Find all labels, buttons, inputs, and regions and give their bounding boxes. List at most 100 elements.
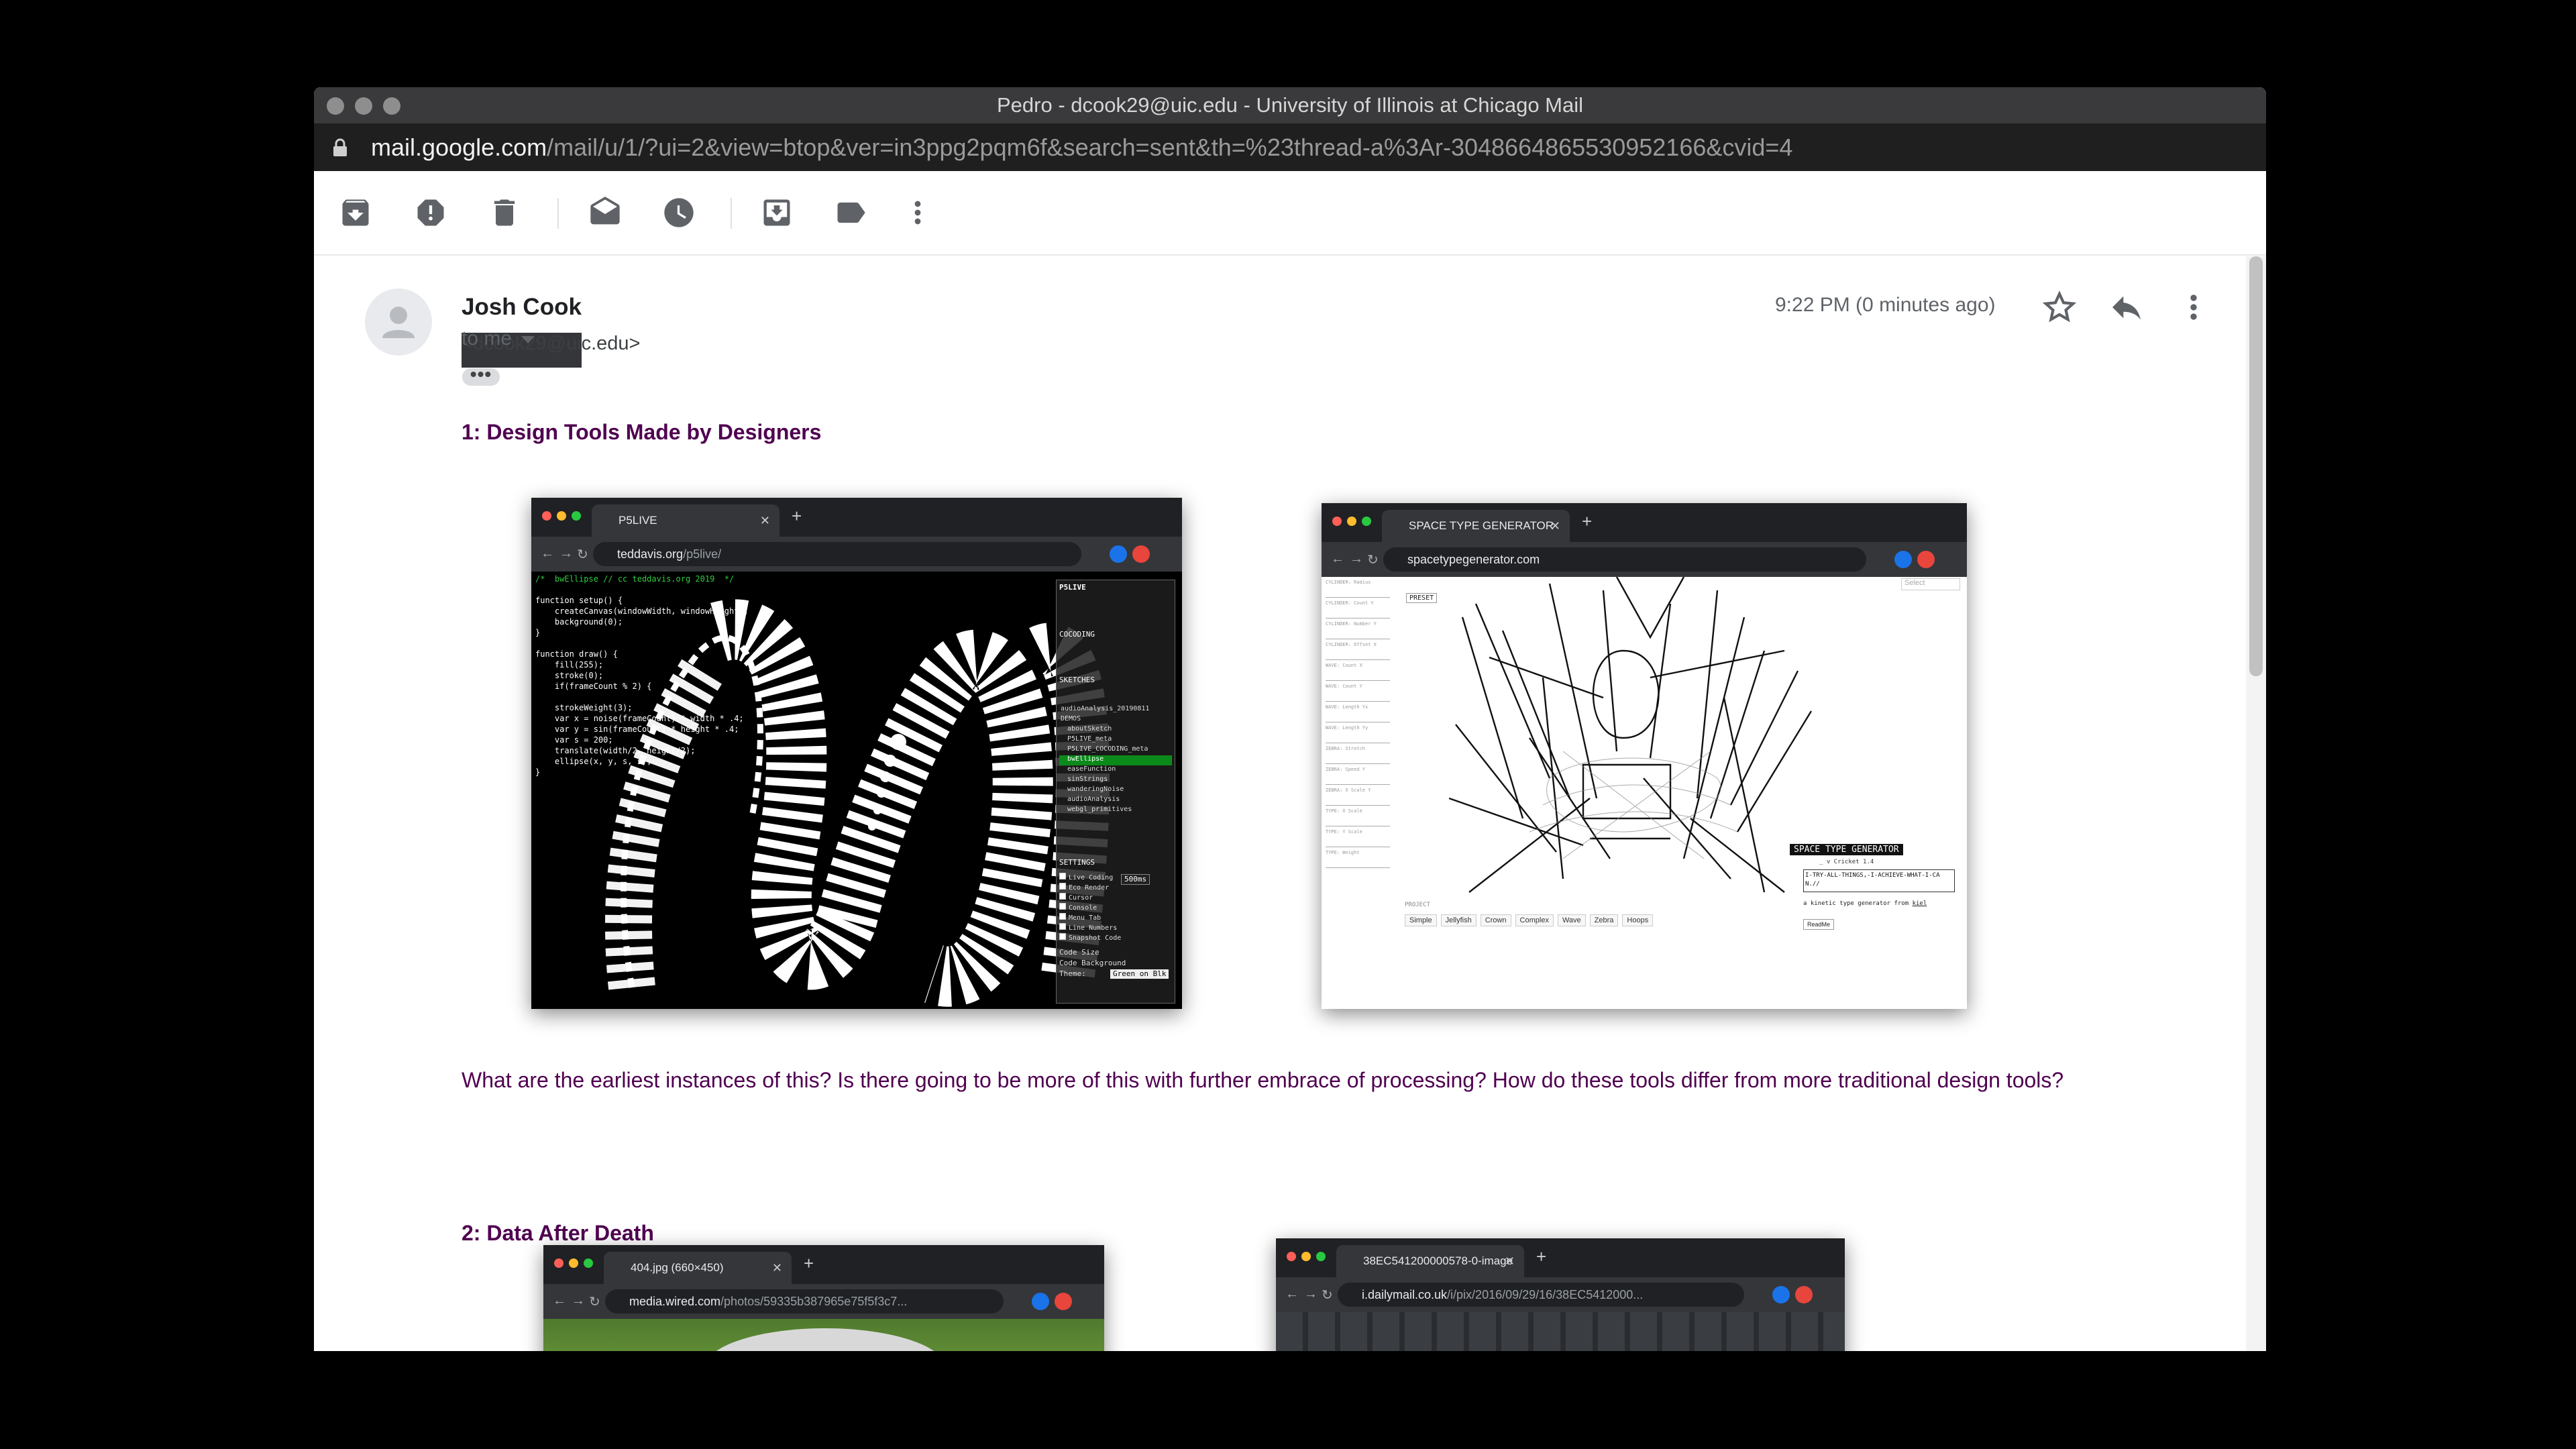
settings-item[interactable]: Eco Render [1059, 883, 1172, 893]
dailymail-image-screenshot[interactable]: 38EC541200000578-0-image ✕ + ← → ↻ i.dai… [1276, 1238, 1845, 1351]
browser-tab: P5LIVE ✕ [592, 504, 780, 537]
type-text-input[interactable]: I-TRY-ALL-THINGS,-I-ACHIEVE-WHAT-I-CAN./… [1803, 869, 1955, 892]
space-type-generator-screenshot[interactable]: SPACE TYPE GENERATOR ✕ + ← → ↻ spacetype… [1322, 503, 1967, 1009]
photo-object [704, 1328, 946, 1351]
sketch-item[interactable]: webgl_primitives [1059, 806, 1172, 816]
control-slider[interactable] [1326, 608, 1390, 619]
sketch-item[interactable]: audioAnalysis_20190811 [1059, 705, 1172, 715]
settings-item[interactable]: Console [1059, 903, 1172, 913]
checkbox[interactable] [1059, 913, 1066, 920]
sketch-item[interactable]: P5LIVE_COCODING_meta [1059, 745, 1172, 755]
control-slider[interactable] [1326, 692, 1390, 702]
sketch-item[interactable]: wanderingNoise [1059, 786, 1172, 796]
p5live-screenshot[interactable]: P5LIVE ✕ + ← → ↻ teddavis.org/p5live/ /*… [531, 498, 1182, 1009]
omnibox: spacetypegenerator.com [1383, 547, 1866, 572]
stg-logo: SPACE TYPE GENERATOR [1790, 844, 1903, 855]
move-to-inbox-icon[interactable] [759, 195, 794, 230]
checkbox[interactable] [1059, 933, 1066, 940]
scrollbar-thumb[interactable] [2249, 256, 2263, 676]
sender-name[interactable]: Josh Cook [462, 294, 582, 320]
sketch-item[interactable]: P5LIVE_meta [1059, 735, 1172, 745]
project-button[interactable]: Wave [1557, 914, 1586, 926]
show-trimmed-content-button[interactable]: ••• [462, 365, 500, 386]
sketch-item[interactable]: easeFunction [1059, 765, 1172, 775]
preset-button[interactable]: PRESET [1406, 593, 1438, 603]
project-label: PROJECT [1405, 902, 1430, 908]
control-slider[interactable] [1326, 650, 1390, 660]
mark-unread-icon[interactable] [588, 195, 623, 230]
sketch-item[interactable]: sinStrings [1059, 775, 1172, 786]
settings-item[interactable]: Live Coding [1059, 873, 1172, 883]
chevron-down-icon[interactable] [521, 335, 535, 343]
project-button[interactable]: Jellyfish [1440, 914, 1477, 926]
credit-link[interactable]: kiel [1913, 900, 1927, 907]
checkbox[interactable] [1059, 903, 1066, 910]
settings-item[interactable]: Line Numbers [1059, 923, 1172, 933]
control-slider[interactable] [1326, 837, 1390, 847]
control-slider[interactable] [1326, 858, 1390, 868]
project-button[interactable]: Hoops [1622, 914, 1654, 926]
url-text[interactable]: mail.google.com/mail/u/1/?ui=2&view=btop… [371, 124, 1792, 171]
screenshot-tab-bar: 38EC541200000578-0-image ✕ + [1276, 1238, 1845, 1277]
checkbox[interactable] [1059, 893, 1066, 900]
archive-icon[interactable] [338, 195, 373, 230]
settings-label: SETTINGS [1059, 858, 1095, 867]
settings-item[interactable]: Snapshot Code [1059, 933, 1172, 943]
readme-button[interactable]: ReadMe [1803, 919, 1835, 930]
star-icon[interactable] [2041, 288, 2078, 326]
tab-title: P5LIVE [619, 514, 657, 527]
sender-avatar[interactable] [365, 288, 432, 356]
sketch-item[interactable]: DEMOS [1059, 715, 1172, 725]
more-vert-icon[interactable] [900, 195, 935, 230]
checkbox[interactable] [1059, 883, 1066, 890]
control-slider[interactable] [1326, 671, 1390, 681]
project-button[interactable]: Complex [1515, 914, 1554, 926]
sketch-list[interactable]: audioAnalysis_20190811 DEMOS aboutSketch P5… [1059, 705, 1172, 816]
theme-select[interactable]: Green on Blk [1110, 969, 1169, 979]
reply-icon[interactable] [2108, 288, 2145, 326]
sketch-item[interactable]: audioAnalysis [1059, 796, 1172, 806]
p5live-panel: P5LIVE COCODING SKETCHES audioAnalysis_2… [1056, 580, 1175, 1004]
section-heading-2: 2: Data After Death [462, 1221, 654, 1245]
sketch-item[interactable]: bwEllipse [1059, 755, 1172, 765]
recipient-line[interactable]: to me [462, 327, 535, 350]
settings-item[interactable]: Menu Tab [1059, 913, 1172, 923]
report-spam-icon[interactable] [413, 195, 448, 230]
control-label: WAVE: Count Y [1326, 684, 1362, 689]
control-slider[interactable] [1326, 629, 1390, 639]
more-vert-icon[interactable] [2175, 288, 2212, 326]
tab-title: 404.jpg (660×450) [631, 1261, 724, 1274]
control-slider[interactable] [1326, 816, 1390, 826]
control-slider[interactable] [1326, 796, 1390, 806]
code-editor[interactable]: /* bwEllipse // cc teddavis.org 2019 */ f… [535, 574, 749, 778]
snooze-icon[interactable] [661, 195, 696, 230]
extension-icon [1894, 551, 1912, 568]
live-coding-select[interactable]: 500ms [1121, 874, 1150, 885]
profile-avatar [1917, 551, 1935, 568]
select-dropdown[interactable]: Select [1901, 578, 1960, 590]
label-icon[interactable] [833, 195, 868, 230]
control-slider[interactable] [1326, 775, 1390, 785]
wired-image-screenshot[interactable]: 404.jpg (660×450) ✕ + ← → ↻ media.wired.… [543, 1245, 1104, 1351]
url-bar[interactable]: mail.google.com/mail/u/1/?ui=2&view=btop… [314, 124, 2266, 171]
settings-item[interactable]: Cursor [1059, 893, 1172, 903]
control-slider[interactable] [1326, 712, 1390, 722]
stg-controls[interactable]: CYLINDER: Radius CYLINDER: Count Y CYLINDE… [1326, 580, 1399, 871]
close-dot [542, 511, 551, 521]
sketch-item[interactable]: aboutSketch [1059, 725, 1172, 735]
control-label: TYPE: Weight [1326, 850, 1360, 855]
control-slider[interactable] [1326, 733, 1390, 743]
control-slider[interactable] [1326, 588, 1390, 598]
project-button[interactable]: Zebra [1589, 914, 1619, 926]
page-scrollbar[interactable] [2246, 256, 2266, 1351]
settings-list[interactable]: Live Coding Eco Render Cursor Console Menu T… [1059, 873, 1172, 943]
checkbox[interactable] [1059, 873, 1066, 879]
checkbox[interactable] [1059, 923, 1066, 930]
omnibox-url: spacetypegenerator.com [1407, 547, 1540, 572]
project-button[interactable]: Crown [1480, 914, 1511, 926]
project-button[interactable]: Simple [1405, 914, 1437, 926]
delete-icon[interactable] [487, 195, 522, 230]
control-slider[interactable] [1326, 754, 1390, 764]
sketches-label: SKETCHES [1059, 676, 1095, 684]
cocoding-label: COCODING [1059, 630, 1095, 639]
